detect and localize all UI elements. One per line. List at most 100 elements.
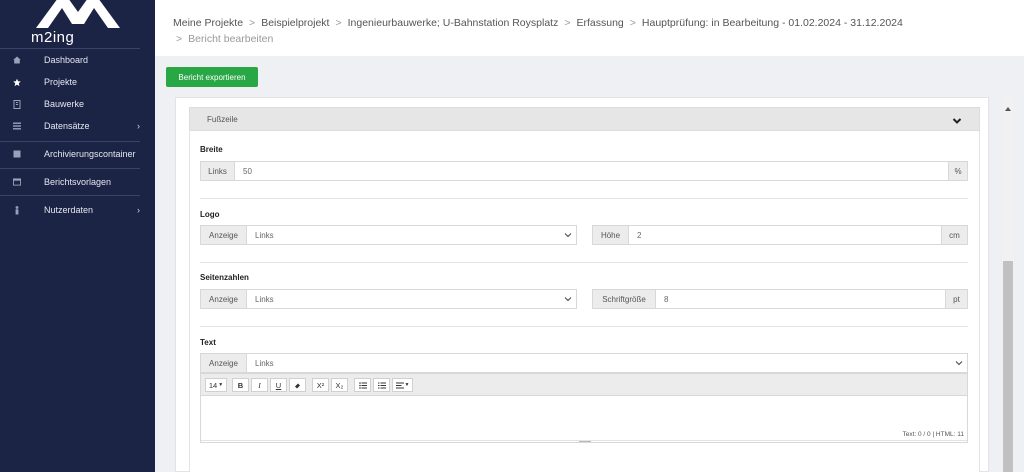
- chevron-down-icon: [564, 295, 572, 305]
- sidebar-divider: [0, 141, 140, 142]
- sidebar-item-label: Nutzerdaten: [44, 205, 94, 215]
- schriftgroesse-prefix: Schriftgröße: [592, 289, 656, 309]
- sidebar: m2ing Dashboard Projekte Bauwerke Datens…: [0, 0, 155, 472]
- star-icon: [13, 78, 21, 86]
- unordered-list-button[interactable]: [354, 378, 371, 392]
- logo-hoehe-prefix: Höhe: [592, 225, 629, 245]
- seitenzahlen-label: Seitenzahlen: [200, 273, 249, 282]
- breadcrumb-item[interactable]: Erfassung: [576, 17, 623, 29]
- m2ing-logo-icon: [36, 0, 120, 28]
- user-icon: [13, 205, 21, 214]
- ordered-list-icon: [377, 382, 386, 388]
- breadcrumb-separator: >: [249, 17, 256, 29]
- select-value: Links: [255, 294, 274, 304]
- font-size-dropdown[interactable]: 14 ▼: [205, 378, 227, 392]
- breadcrumb: Meine Projekte > Beispielprojekt > Ingenieur…: [155, 6, 1024, 56]
- breadcrumb-current-row: > Bericht bearbeiten: [176, 33, 273, 45]
- sidebar-item-label: Datensätze: [44, 121, 90, 131]
- underline-button[interactable]: U: [270, 378, 287, 392]
- list-icon: [13, 122, 21, 130]
- editor-content-area[interactable]: [201, 396, 967, 429]
- sidebar-item-label: Berichtsvorlagen: [44, 177, 112, 187]
- align-dropdown[interactable]: ▼: [392, 378, 413, 392]
- select-value: Links: [255, 358, 274, 368]
- schriftgroesse-input[interactable]: 8: [655, 289, 946, 309]
- bold-button[interactable]: B: [232, 378, 249, 392]
- chevron-right-icon: ›: [137, 205, 140, 215]
- sidebar-item-label: Projekte: [44, 77, 78, 87]
- breite-prefix: Links: [200, 161, 235, 181]
- ordered-list-button[interactable]: [373, 378, 390, 392]
- sidebar-item-projekte[interactable]: Projekte: [0, 72, 155, 92]
- logo-text: m2ing: [31, 29, 75, 46]
- breadcrumb-item[interactable]: Beispielprojekt: [261, 17, 329, 29]
- subscript-button[interactable]: X₂: [331, 378, 348, 392]
- footer-panel-header[interactable]: Fußzeile: [189, 107, 980, 131]
- breadcrumb-current: Bericht bearbeiten: [188, 33, 274, 45]
- scrollbar-thumb[interactable]: [1003, 261, 1013, 472]
- seitenzahlen-anzeige-select[interactable]: Links: [246, 289, 577, 309]
- font-size-value: 14: [208, 380, 218, 390]
- select-value: Links: [255, 230, 274, 240]
- breite-input[interactable]: 50: [234, 161, 949, 181]
- sidebar-divider: [0, 168, 140, 169]
- breadcrumb-separator: >: [564, 17, 571, 29]
- section-divider: [200, 326, 968, 327]
- breadcrumb-separator: >: [629, 17, 636, 29]
- section-divider: [200, 198, 968, 199]
- sidebar-item-label: Bauwerke: [44, 99, 85, 109]
- eraser-button[interactable]: [289, 378, 306, 392]
- superscript-button[interactable]: X²: [312, 378, 329, 392]
- logo[interactable]: m2ing: [0, 0, 155, 48]
- chevron-down-icon: [952, 113, 962, 131]
- breadcrumb-item[interactable]: Meine Projekte: [173, 17, 243, 29]
- breadcrumb-row: Meine Projekte > Beispielprojekt > Ingenieur…: [173, 17, 903, 29]
- italic-button[interactable]: I: [251, 378, 268, 392]
- text-label: Text: [200, 338, 216, 347]
- section-divider: [200, 262, 968, 263]
- text-anzeige-prefix: Anzeige: [200, 353, 247, 373]
- editor-status: Text: 0 / 0 | HTML: 11: [902, 431, 964, 438]
- chevron-down-icon: [955, 359, 963, 369]
- breadcrumb-separator: >: [176, 33, 183, 45]
- sidebar-divider: [0, 48, 140, 49]
- sidebar-item-datensaetze[interactable]: Datensätze ›: [0, 116, 155, 136]
- resize-grip: [579, 441, 591, 442]
- logo-hoehe-unit: cm: [941, 225, 968, 245]
- panel-title: Fußzeile: [207, 115, 238, 124]
- align-left-icon: [395, 382, 404, 388]
- eraser-icon: [295, 383, 300, 388]
- caret-down-icon: ▼: [218, 382, 224, 388]
- sidebar-item-label: Archivierungscontainer: [44, 149, 136, 159]
- sidebar-item-berichtsvorlagen[interactable]: Berichtsvorlagen: [0, 172, 155, 192]
- seitenzahlen-anzeige-prefix: Anzeige: [200, 289, 247, 309]
- export-report-button[interactable]: Bericht exportieren: [166, 67, 258, 87]
- sidebar-item-label: Dashboard: [44, 55, 89, 65]
- template-icon: [13, 178, 21, 186]
- unordered-list-icon: [358, 381, 367, 389]
- sidebar-item-archivierungscontainer[interactable]: Archivierungscontainer: [0, 144, 155, 164]
- text-anzeige-select[interactable]: Links: [246, 353, 968, 373]
- sidebar-item-bauwerke[interactable]: Bauwerke: [0, 94, 155, 114]
- logo-anzeige-prefix: Anzeige: [200, 225, 247, 245]
- rich-text-editor: 14 ▼ B I U X² X₂ ▼ Text: 0 / 0 | HTML: 11: [200, 373, 968, 443]
- sidebar-item-dashboard[interactable]: Dashboard: [0, 50, 155, 70]
- home-icon: [13, 56, 21, 64]
- breadcrumb-item[interactable]: Hauptprüfung: in Bearbeitung - 01.02.202…: [642, 17, 903, 29]
- schriftgroesse-unit: pt: [945, 289, 968, 309]
- editor-resize-handle[interactable]: [201, 440, 967, 443]
- archive-icon: [13, 150, 21, 158]
- chevron-down-icon: [564, 231, 572, 241]
- breadcrumb-item[interactable]: Ingenieurbauwerke; U-Bahnstation Royspla…: [348, 17, 559, 29]
- breadcrumb-separator: >: [335, 17, 342, 29]
- sidebar-item-nutzerdaten[interactable]: Nutzerdaten ›: [0, 200, 155, 220]
- logo-anzeige-select[interactable]: Links: [246, 225, 577, 245]
- breite-label: Breite: [200, 145, 223, 154]
- scroll-up-arrow-icon[interactable]: [1004, 99, 1012, 117]
- top-bar: [155, 0, 1024, 4]
- caret-down-icon: ▼: [404, 382, 410, 388]
- logo-hoehe-input[interactable]: 2: [628, 225, 942, 245]
- logo-label: Logo: [200, 210, 220, 219]
- editor-toolbar: 14 ▼ B I U X² X₂ ▼: [201, 374, 967, 396]
- sidebar-divider: [0, 195, 140, 196]
